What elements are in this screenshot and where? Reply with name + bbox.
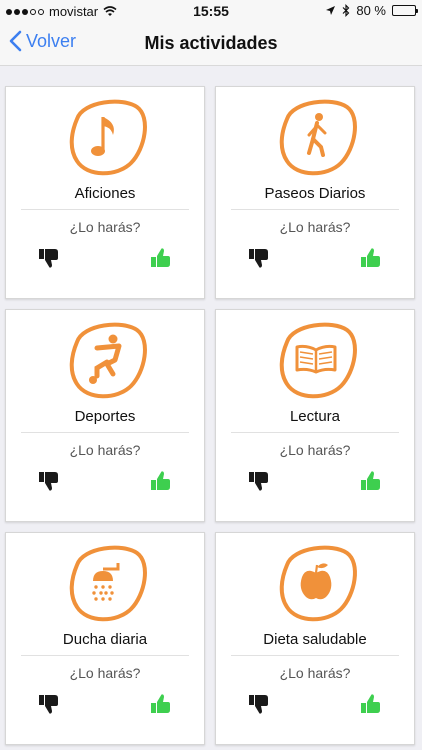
activity-title: Ducha diaria: [62, 631, 148, 648]
thumbs-up-icon: [151, 694, 170, 713]
location-arrow-icon: [326, 6, 336, 15]
activity-card: Lectura ¿Lo harás?: [215, 309, 415, 522]
bluetooth-icon: [342, 4, 350, 17]
activity-card: Dieta saludable ¿Lo harás?: [215, 532, 415, 745]
activity-card: Deportes ¿Lo harás?: [5, 309, 205, 522]
thumbs-up-button[interactable]: [360, 247, 382, 269]
open-book-icon: [279, 322, 357, 399]
navigation-bar: Volver Mis actividades: [0, 22, 422, 66]
thumbs-up-icon: [361, 694, 380, 713]
thumbs-down-button[interactable]: [38, 693, 60, 715]
thumbs-down-icon: [39, 695, 58, 714]
divider: [231, 655, 399, 656]
divider: [21, 432, 189, 433]
thumbs-up-button[interactable]: [150, 470, 172, 492]
activity-card: Ducha diaria ¿Lo harás?: [5, 532, 205, 745]
thumbs-up-button[interactable]: [150, 693, 172, 715]
page-title: Mis actividades: [144, 33, 278, 53]
activities-grid: Aficiones ¿Lo harás? Paseos Diarios ¿Lo: [5, 86, 417, 745]
activity-title: Dieta saludable: [263, 631, 367, 648]
activity-title: Deportes: [74, 408, 136, 425]
activity-question: ¿Lo harás?: [279, 219, 351, 235]
divider: [231, 432, 399, 433]
activity-question: ¿Lo harás?: [279, 442, 351, 458]
thumbs-up-icon: [151, 248, 170, 267]
status-bar: movistar 15:55 80 %: [0, 0, 422, 22]
thumbs-up-icon: [151, 471, 170, 490]
activity-question: ¿Lo harás?: [69, 665, 141, 681]
divider: [231, 209, 399, 210]
thumbs-down-button[interactable]: [38, 247, 60, 269]
thumbs-down-button[interactable]: [248, 693, 270, 715]
activity-title: Paseos Diarios: [264, 185, 366, 202]
activity-question: ¿Lo harás?: [279, 665, 351, 681]
activity-question: ¿Lo harás?: [69, 442, 141, 458]
thumbs-down-icon: [249, 695, 268, 714]
thumbs-down-button[interactable]: [248, 247, 270, 269]
thumbs-down-icon: [249, 472, 268, 491]
battery-percentage: 80 %: [356, 3, 386, 18]
apple-icon: [279, 545, 357, 622]
thumbs-up-button[interactable]: [150, 247, 172, 269]
activity-card: Paseos Diarios ¿Lo harás?: [215, 86, 415, 299]
thumbs-up-icon: [361, 248, 380, 267]
thumbs-up-icon: [361, 471, 380, 490]
thumbs-down-icon: [249, 249, 268, 268]
thumbs-up-button[interactable]: [360, 693, 382, 715]
thumbs-up-button[interactable]: [360, 470, 382, 492]
thumbs-down-button[interactable]: [248, 470, 270, 492]
music-note-icon: [69, 99, 147, 176]
battery-icon: [392, 5, 418, 16]
shower-icon: [69, 545, 147, 622]
thumbs-down-button[interactable]: [38, 470, 60, 492]
divider: [21, 209, 189, 210]
activity-card: Aficiones ¿Lo harás?: [5, 86, 205, 299]
divider: [21, 655, 189, 656]
activity-title: Aficiones: [74, 185, 136, 202]
thumbs-down-icon: [39, 249, 58, 268]
walking-person-icon: [279, 99, 357, 176]
activity-question: ¿Lo harás?: [69, 219, 141, 235]
activity-title: Lectura: [289, 408, 341, 425]
soccer-player-icon: [69, 322, 147, 399]
status-right: 80 %: [325, 3, 418, 18]
thumbs-down-icon: [39, 472, 58, 491]
